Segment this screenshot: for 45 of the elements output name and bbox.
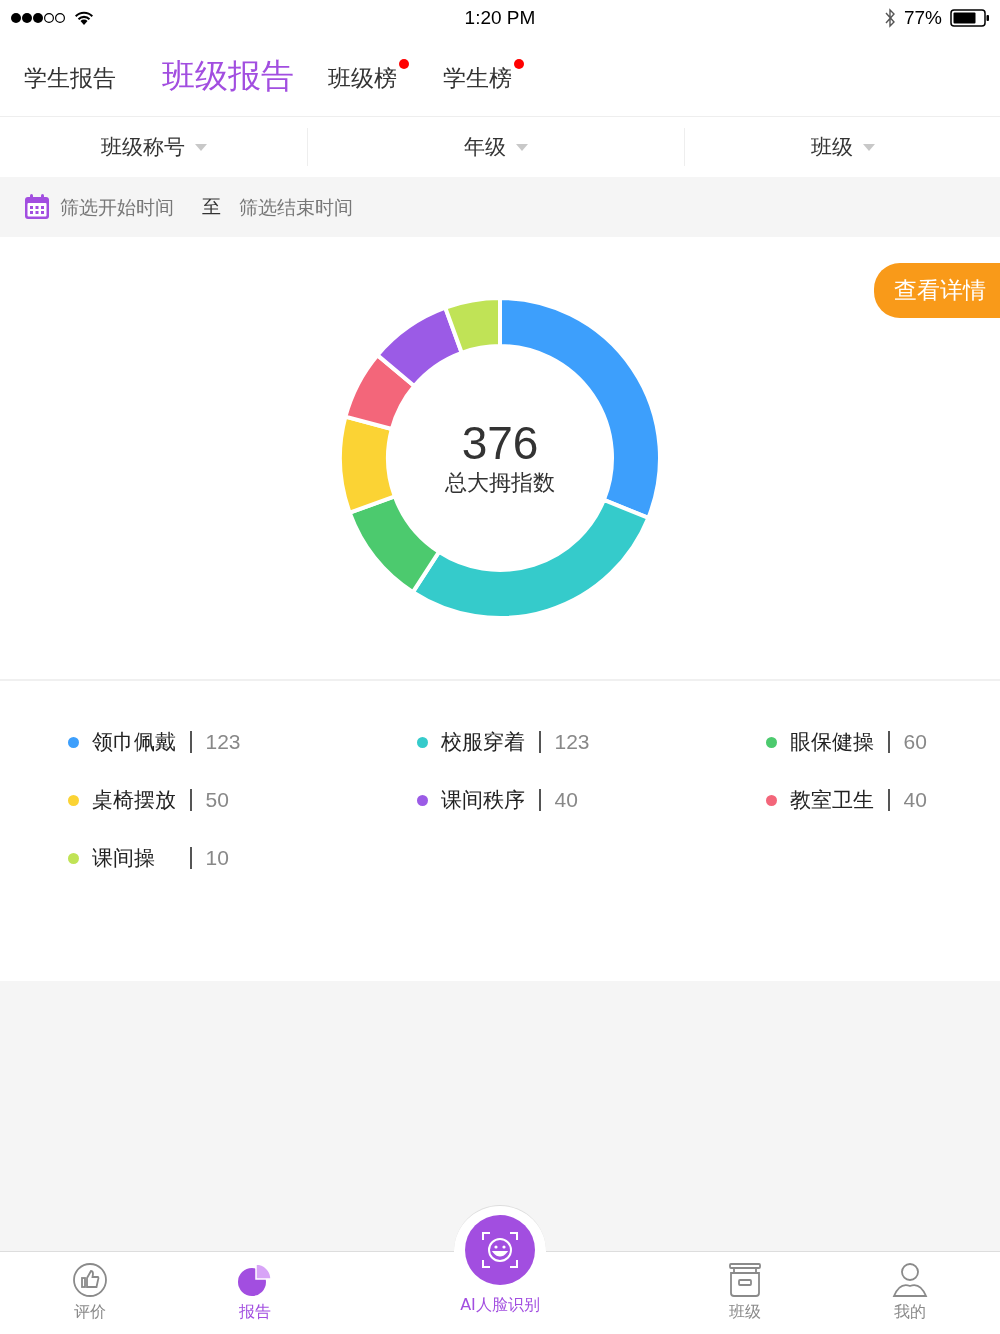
nav-tab[interactable]: 班级: [727, 1252, 763, 1334]
legend-value: 123: [205, 730, 241, 754]
legend-label: 校服穿着: [441, 729, 526, 756]
class-icon: [727, 1262, 763, 1298]
end-date-field[interactable]: 筛选结束时间: [239, 196, 363, 218]
filter-dropdown[interactable]: 年级: [464, 133, 528, 161]
battery-percent: 77%: [903, 7, 942, 29]
battery-icon: [950, 9, 990, 27]
total-label: 总大拇指数: [445, 469, 555, 498]
legend-label: 眼保健操: [790, 729, 875, 756]
legend-value: 123: [554, 730, 590, 754]
filter-dropdown[interactable]: 班级称号: [100, 133, 207, 161]
legend-label: 课间秩序: [441, 787, 526, 814]
user-icon: [892, 1262, 928, 1298]
report-tab[interactable]: 学生报告: [24, 58, 128, 94]
nav-tab[interactable]: 评价: [72, 1252, 108, 1334]
legend-label: 桌椅摆放: [92, 787, 177, 814]
report-tab[interactable]: 班级榜: [328, 58, 409, 94]
nav-tab[interactable]: 报告: [237, 1252, 273, 1334]
signal-icon: [10, 12, 66, 24]
legend-value: 50: [205, 788, 229, 812]
caret-icon: [516, 143, 528, 151]
legend-value: 60: [903, 730, 927, 754]
thumbs-up-icon: [72, 1262, 108, 1298]
legend-value: 40: [554, 788, 578, 812]
nav-tab[interactable]: 我的: [892, 1252, 928, 1334]
legend-label: 领巾佩戴: [92, 729, 177, 756]
filter-dropdown[interactable]: 班级: [810, 133, 875, 161]
legend-label: 课间操: [92, 845, 156, 872]
legend-label: 教室卫生: [790, 787, 875, 814]
wifi-icon: [74, 10, 94, 26]
status-time: 1:20 PM: [463, 7, 537, 29]
calendar-icon: [24, 194, 50, 220]
face-scan-icon: [465, 1215, 535, 1285]
total-count: 376: [461, 417, 539, 469]
caret-icon: [194, 143, 207, 151]
start-date-field[interactable]: 筛选开始时间: [60, 196, 184, 218]
legend-value: 40: [903, 788, 927, 812]
pie-chart-icon: [237, 1262, 273, 1298]
bluetooth-icon: [883, 8, 896, 28]
range-separator: 至: [202, 194, 221, 219]
report-tab[interactable]: 学生榜: [443, 58, 524, 94]
legend-value: 10: [205, 846, 229, 870]
caret-icon: [862, 143, 875, 151]
report-tab[interactable]: 班级报告: [162, 53, 294, 99]
